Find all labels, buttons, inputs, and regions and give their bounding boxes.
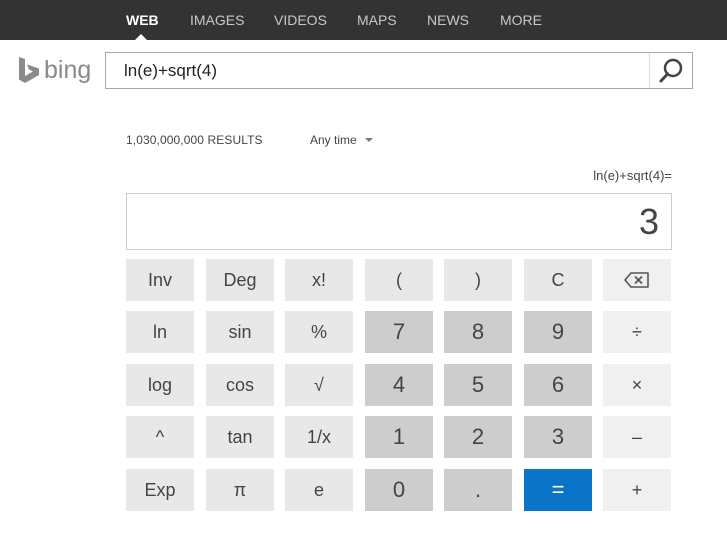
tab-videos[interactable]: VIDEOS [274,12,327,28]
key-subtract[interactable]: – [603,416,671,458]
logo-text: bing [44,55,92,84]
search-button[interactable] [649,53,692,88]
key-e[interactable]: e [285,469,353,511]
key-add[interactable]: + [603,469,671,511]
tab-images[interactable]: IMAGES [190,12,244,28]
top-nav: WEB IMAGES VIDEOS MAPS NEWS MORE [0,0,727,40]
tab-news[interactable]: NEWS [427,12,469,28]
calculator-display: 3 [126,193,672,250]
key-exp[interactable]: Exp [126,469,194,511]
key-power[interactable]: ^ [126,416,194,458]
search-box [105,52,693,89]
bing-logo[interactable]: bing [18,55,91,85]
bing-logo-icon [19,57,39,83]
time-filter-label: Any time [310,133,357,147]
backspace-button[interactable] [603,259,671,301]
chevron-down-icon [364,138,373,142]
key-8[interactable]: 8 [444,311,512,353]
calculator-result: 3 [638,201,659,242]
key-6[interactable]: 6 [524,364,592,406]
key-factorial[interactable]: x! [285,259,353,301]
tab-maps[interactable]: MAPS [357,12,397,28]
key-log[interactable]: log [126,364,194,406]
key-close-paren[interactable]: ) [444,259,512,301]
tab-web[interactable]: WEB [126,12,159,28]
tab-more[interactable]: MORE [500,12,542,28]
key-sin[interactable]: sin [206,311,274,353]
key-tan[interactable]: tan [206,416,274,458]
active-tab-indicator [135,34,147,40]
calculator-expression: ln(e)+sqrt(4)= [593,168,672,183]
key-inv[interactable]: Inv [126,259,194,301]
key-1[interactable]: 1 [365,416,433,458]
key-7[interactable]: 7 [365,311,433,353]
key-cos[interactable]: cos [206,364,274,406]
backspace-icon [624,272,649,288]
key-9[interactable]: 9 [524,311,592,353]
key-pi[interactable]: π [206,469,274,511]
search-icon [659,58,683,82]
results-count: 1,030,000,000 RESULTS [126,133,263,147]
key-3[interactable]: 3 [524,416,592,458]
key-4[interactable]: 4 [365,364,433,406]
key-percent[interactable]: % [285,311,353,353]
key-2[interactable]: 2 [444,416,512,458]
key-ln[interactable]: ln [126,311,194,353]
key-sqrt[interactable]: √ [285,364,353,406]
key-multiply[interactable]: × [603,364,671,406]
key-divide[interactable]: ÷ [603,311,671,353]
key-clear[interactable]: C [524,259,592,301]
key-equals[interactable]: = [524,469,592,511]
key-open-paren[interactable]: ( [365,259,433,301]
key-decimal[interactable]: . [444,469,512,511]
time-filter-dropdown[interactable]: Any time [310,133,373,147]
key-reciprocal[interactable]: 1/x [285,416,353,458]
key-5[interactable]: 5 [444,364,512,406]
key-0[interactable]: 0 [365,469,433,511]
key-deg[interactable]: Deg [206,259,274,301]
search-input[interactable] [106,53,650,88]
